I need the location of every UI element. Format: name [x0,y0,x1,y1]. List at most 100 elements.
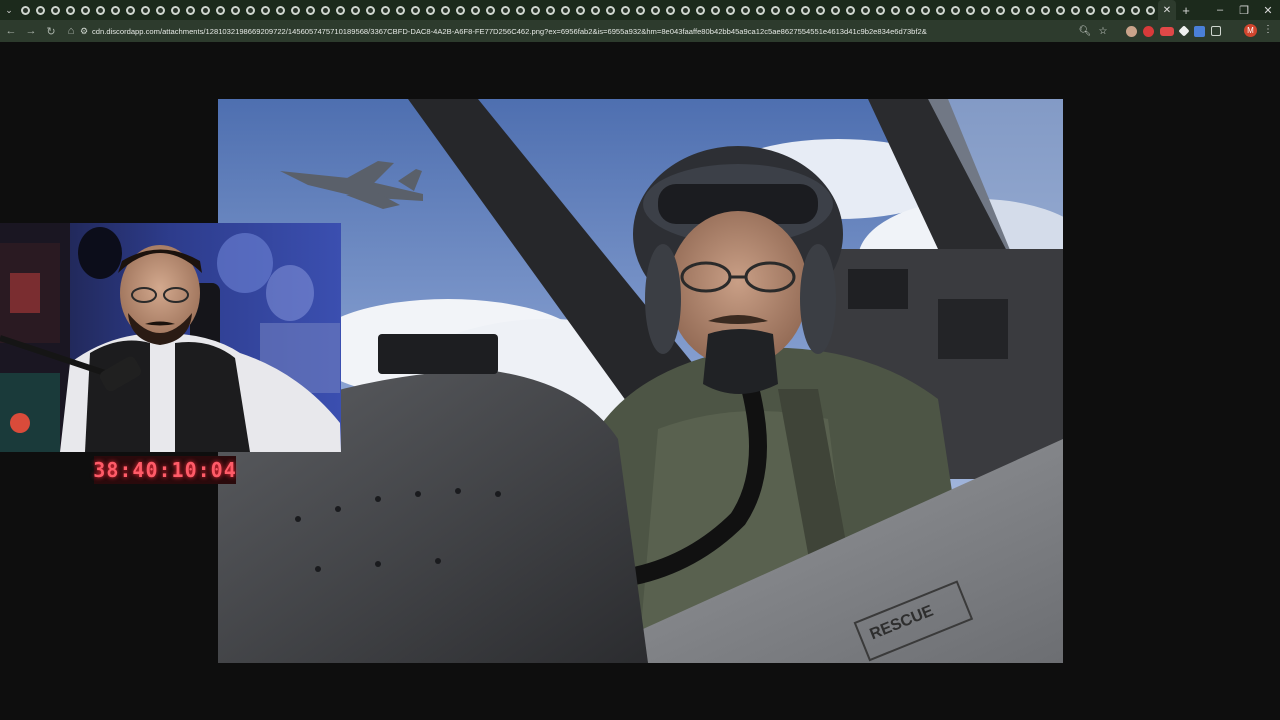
tab-favicon[interactable] [633,0,648,20]
tab-favicon[interactable] [828,0,843,20]
close-icon[interactable]: ✕ [1256,0,1280,20]
tab-favicon[interactable] [63,0,78,20]
close-tab-icon[interactable]: ✕ [1163,5,1171,16]
star-icon[interactable]: ☆ [1096,26,1110,37]
address-bar[interactable]: ⚙ cdn.discordapp.com/attachments/1281032… [76,22,1116,40]
tab-favicon[interactable] [48,0,63,20]
tab-favicon[interactable] [1068,0,1083,20]
tab-favicon[interactable] [318,0,333,20]
tab-favicon[interactable] [303,0,318,20]
tab-favicon[interactable] [1008,0,1023,20]
tab-favicon[interactable] [498,0,513,20]
tab-favicon[interactable] [528,0,543,20]
tab-active[interactable]: ✕ [1158,0,1176,20]
tab-favicon[interactable] [588,0,603,20]
tab-favicon[interactable] [1023,0,1038,20]
extension-icon[interactable] [1194,25,1205,37]
tab-favicon[interactable] [948,0,963,20]
tab-favicon[interactable] [168,0,183,20]
tab-favicon[interactable] [228,0,243,20]
tab-favicon[interactable] [768,0,783,20]
tab-favicon[interactable] [108,0,123,20]
tab-favicon[interactable] [513,0,528,20]
tab-favicon[interactable] [393,0,408,20]
profile-avatar[interactable]: M [1244,24,1257,37]
tab-favicon[interactable] [213,0,228,20]
tab-favicon[interactable] [198,0,213,20]
tab-favicon[interactable] [933,0,948,20]
tab-favicon[interactable] [813,0,828,20]
tab-favicon[interactable] [603,0,618,20]
tab-favicon[interactable] [708,0,723,20]
tab-favicon[interactable] [903,0,918,20]
tab-favicon[interactable] [543,0,558,20]
kebab-menu-icon[interactable]: ⋮ [1263,24,1273,35]
extension-icon[interactable] [1126,25,1137,37]
tab-favicon[interactable] [153,0,168,20]
tab-favicon[interactable] [753,0,768,20]
minimize-icon[interactable]: – [1208,0,1232,20]
tab-favicon[interactable] [243,0,258,20]
tab-favicon[interactable] [573,0,588,20]
tab-favicon[interactable] [78,0,93,20]
tab-favicon[interactable] [693,0,708,20]
tab-favicon[interactable] [1113,0,1128,20]
tab-favicon[interactable] [258,0,273,20]
restore-icon[interactable]: ❐ [1232,0,1256,20]
tune-icon[interactable]: ⚙ [76,22,92,40]
reload-icon[interactable]: ↻ [42,20,60,42]
tab-favicon[interactable] [138,0,153,20]
tab-favicon[interactable] [1143,0,1158,20]
tab-favicon[interactable] [963,0,978,20]
url-text[interactable]: cdn.discordapp.com/attachments/128103219… [92,27,942,36]
globe-icon [336,5,345,15]
tab-favicon[interactable] [288,0,303,20]
tab-favicon[interactable] [123,0,138,20]
tab-favicon[interactable] [1038,0,1053,20]
tab-favicon[interactable] [723,0,738,20]
puzzle-icon[interactable] [1211,26,1221,36]
tab-favicon[interactable] [663,0,678,20]
tab-favicon[interactable] [783,0,798,20]
tab-favicon[interactable] [618,0,633,20]
tab-favicon[interactable] [978,0,993,20]
tab-favicon[interactable] [93,0,108,20]
tab-favicon[interactable] [858,0,873,20]
tab-favicon[interactable] [1083,0,1098,20]
tab-favicon[interactable] [993,0,1008,20]
tab-favicon[interactable] [453,0,468,20]
tab-favicon[interactable] [468,0,483,20]
extension-icon[interactable] [1143,25,1154,37]
tab-favicon[interactable] [888,0,903,20]
tab-favicon[interactable] [1098,0,1113,20]
forward-arrow-icon[interactable]: → [22,20,40,42]
zoom-icon[interactable]: 🔍︎ [1078,26,1092,37]
tab-favicon[interactable] [678,0,693,20]
back-arrow-icon[interactable]: ← [2,20,20,42]
tab-favicon[interactable] [348,0,363,20]
tab-favicon[interactable] [423,0,438,20]
tab-favicon[interactable] [918,0,933,20]
tab-favicon[interactable] [438,0,453,20]
tab-favicon[interactable] [183,0,198,20]
tab-favicon[interactable] [33,0,48,20]
tab-favicon[interactable] [738,0,753,20]
tab-favicon[interactable] [378,0,393,20]
tab-favicon[interactable] [648,0,663,20]
tab-favicon[interactable] [333,0,348,20]
tab-favicon[interactable] [1128,0,1143,20]
tab-favicon[interactable] [558,0,573,20]
tab-favicon[interactable] [798,0,813,20]
tab-favicon[interactable] [873,0,888,20]
tab-favicon[interactable] [18,0,33,20]
tab-favicon[interactable] [483,0,498,20]
tab-favicon[interactable] [408,0,423,20]
chevron-down-icon[interactable]: ⌄ [0,0,18,20]
tab-favicon[interactable] [273,0,288,20]
extension-icon[interactable] [1178,25,1190,37]
tab-favicon[interactable] [1053,0,1068,20]
extension-icon[interactable] [1160,26,1174,36]
tab-favicon[interactable] [843,0,858,20]
tab-favicon[interactable] [363,0,378,20]
new-tab-button[interactable]: + [1176,0,1196,20]
